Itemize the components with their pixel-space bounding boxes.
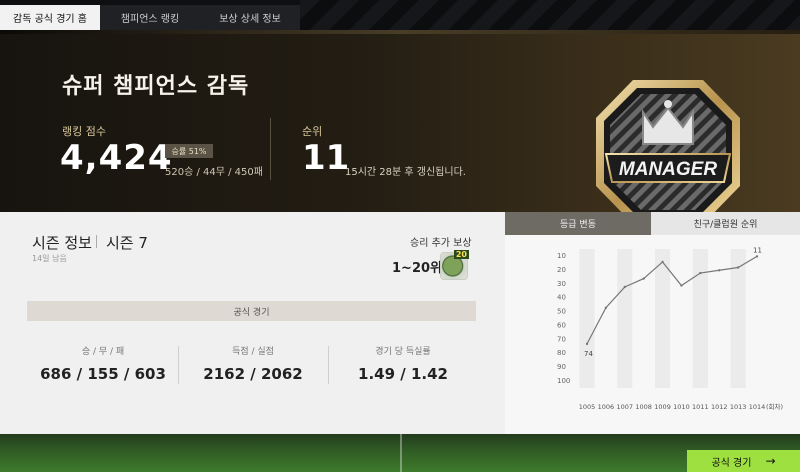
tab-grade-change[interactable]: 등급 변동 [505,212,651,235]
y-tick-label: 30 [557,280,566,288]
official-match-header: 공식 경기 [27,301,476,321]
x-tick-label: 1005 [579,403,596,411]
top-nav: 감독 공식 경기 홈 챔피언스 랭킹 보상 상세 정보 [0,0,800,30]
stat-label: 경기 당 득실률 [375,347,431,357]
season-separator [96,235,97,248]
days-left: 14일 남음 [32,254,67,263]
y-tick-label: 60 [557,321,566,329]
chart-band [655,249,671,388]
data-point [699,271,702,275]
x-tick-label: 1010 [673,403,690,411]
stat-win-draw-loss: 승 / 무 / 패 686 / 155 / 603 [28,344,178,383]
reward-item-icon[interactable]: 20 [440,250,469,280]
stat-label: 승 / 무 / 패 [81,347,125,357]
data-point [585,342,589,346]
stat-goals: 득점 / 실점 2162 / 2062 [178,344,328,383]
y-tick-label: 70 [557,335,566,343]
x-tick-label: 1007 [617,403,634,411]
first-point-label: 74 [584,350,593,358]
data-point [642,277,645,280]
data-point [680,284,683,287]
x-tick-label: 1008 [635,403,652,411]
update-note: 15시간 28분 후 갱신됩니다. [345,167,466,178]
position-label: 순위 [302,125,323,138]
tab-champions-ranking[interactable]: 챔피언스 랭킹 [100,5,200,30]
data-point [604,306,608,309]
stat-value: 1.49 / 1.42 [358,365,448,383]
tab-friend-ranking[interactable]: 친구/클럽원 순위 [651,212,800,235]
chart-band [617,249,633,388]
stat-value: 2162 / 2062 [203,365,303,383]
reward-label: 승리 추가 보상 [410,238,472,249]
record-text: 520승 / 44무 / 450패 [165,167,263,178]
rank-line-chart: 10 20 30 40 50 60 70 80 90 100 1005 1006 1007 1008 100… [557,246,783,411]
season-title: 시즌 정보 [32,234,92,252]
y-tick-label: 90 [557,363,566,371]
y-tick-label: 20 [557,266,566,274]
x-tick-label: 1006 [598,403,615,411]
rank-score-value: 4,424 [60,138,173,178]
y-tick-label: 40 [557,294,566,302]
data-point [755,255,759,258]
win-rate-badge: 승률 51% [165,144,213,158]
chart-band [730,249,746,388]
x-tick-label: 1014 [749,403,766,411]
badge-text: MANAGER [619,159,717,180]
x-tick-label: 1012 [711,403,728,411]
official-match-button-label: 공식 경기 [711,457,752,469]
stat-label: 득점 / 실점 [232,347,274,357]
season-panel: 시즌 정보 시즌 7 14일 남음 승리 추가 보상 1~20위 20 공식 경… [0,212,505,434]
y-tick-label: 50 [557,308,566,316]
chart-band [692,249,708,388]
hero-divider [270,118,271,180]
manager-badge-icon: MANAGER [596,80,740,224]
rank-score-label: 랭킹 점수 [62,125,106,138]
tab-reward-details[interactable]: 보상 상세 정보 [200,5,300,30]
chart-panel: 등급 변동 친구/클럽원 순위 10 20 30 40 50 60 70 80 90 100 100… [505,212,800,434]
data-point [661,260,664,264]
y-tick-label: 10 [557,252,566,260]
data-point [736,266,740,269]
pitch-background [0,434,800,472]
tab-manager-home[interactable]: 감독 공식 경기 홈 [0,5,100,30]
season-name: 시즌 7 [106,234,148,252]
y-tick-label: 80 [557,349,566,357]
arrow-right-icon: → [765,454,776,468]
data-point [623,285,626,289]
last-point-label: 11 [753,246,762,254]
official-match-button[interactable]: 공식 경기 → [687,450,800,472]
y-tick-label: 100 [557,377,570,385]
hero-banner: 슈퍼 챔피언스 감독 랭킹 점수 4,424 승률 51% 520승 / 44무… [0,30,800,224]
stat-goal-ratio: 경기 당 득실률 1.49 / 1.42 [328,344,478,383]
x-tick-label: 1013 [730,403,747,411]
stat-value: 686 / 155 / 603 [40,365,166,383]
page-title: 슈퍼 챔피언스 감독 [62,74,250,99]
x-tick-label: 1009 [654,403,671,411]
position-value: 11 [302,138,350,178]
reward-count: 20 [453,250,469,259]
chart-band [579,249,595,388]
reward-range: 1~20위 [392,261,442,276]
x-unit-label: (회차) [766,402,783,411]
data-point [718,269,721,272]
x-tick-label: 1011 [692,403,709,411]
